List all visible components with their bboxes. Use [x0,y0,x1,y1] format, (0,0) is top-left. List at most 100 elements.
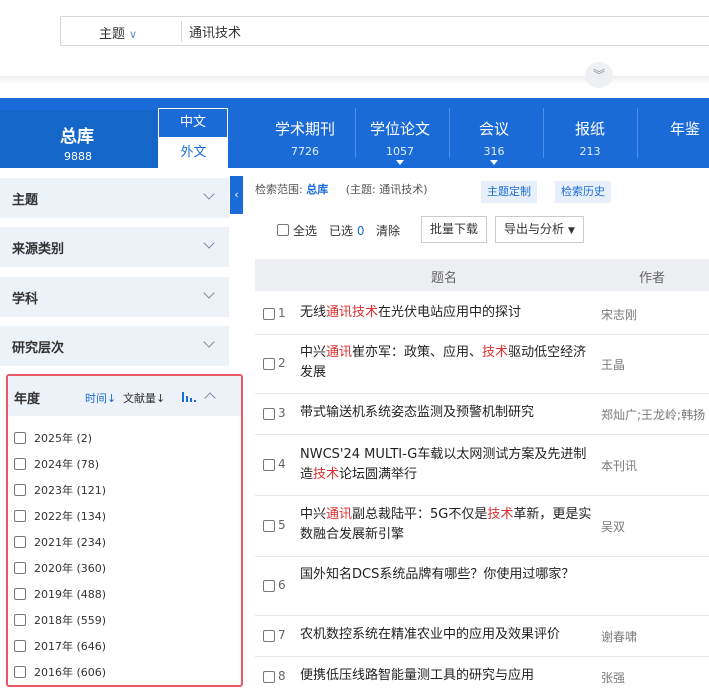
checkbox[interactable] [14,536,26,548]
year-option[interactable]: 2017年 (646) [14,638,106,658]
row-author[interactable]: 吴双 [601,518,625,535]
sort-by-count-button[interactable]: 文献量↓ [123,390,165,406]
facet-year-header[interactable]: 年度 时间↓ 文献量↓ [8,376,241,416]
row-number: 6 [278,578,286,592]
topic-custom-button[interactable]: 主题定制 [481,181,537,203]
table-row: 3 带式输送机系统姿态监测及预警机制研究 郑灿广;王龙岭;韩扬 [255,394,709,434]
tab-count: 7726 [291,145,319,158]
checkbox[interactable] [14,562,26,574]
scope-value[interactable]: 总库 [306,183,328,196]
year-option[interactable]: 2019年 (488) [14,586,106,606]
facet-label: 主题 [12,193,39,208]
row-number: 3 [278,406,286,420]
row-author[interactable]: 王晶 [601,356,625,373]
chevron-down-icon [203,287,215,299]
search-field-select[interactable]: 主题 ∨ [99,23,137,42]
row-checkbox[interactable] [263,408,275,420]
sort-by-time-button[interactable]: 时间↓ [85,390,116,406]
checkbox[interactable] [14,484,26,496]
row-checkbox[interactable] [263,308,275,320]
clear-button[interactable]: 清除 [376,222,400,239]
row-title[interactable]: 中兴通讯副总裁陆平：5G不仅是技术革新，更是实数融合发展新引擎 [300,505,596,545]
tab-total-library[interactable]: 总库 9888 [0,108,158,168]
chevron-up-icon[interactable] [204,392,216,404]
divider [181,21,182,42]
column-title[interactable]: 题名 [431,267,457,286]
row-number: 7 [278,628,286,642]
tab-yearbooks[interactable]: 年鉴 [645,98,709,168]
checkbox[interactable] [14,510,26,522]
title-highlight: 技术 [482,345,509,360]
facet-source-type[interactable]: 来源类别 [0,227,229,267]
tab-dissertations[interactable]: 学位论文 1057 [355,98,445,168]
tab-count: 213 [579,145,601,158]
tab-label: 学位论文 [369,120,430,138]
collapse-sidebar-icon[interactable]: ‹ [230,176,243,214]
export-analysis-button[interactable]: 导出与分析 ▼ [495,216,584,243]
lang-chinese-button[interactable]: 中文 [158,108,228,138]
search-history-button[interactable]: 检索历史 [555,181,611,203]
year-option-label: 2020年 (360) [34,562,107,575]
tab-journals[interactable]: 学术期刊 7726 [260,98,350,168]
row-author[interactable]: 本刊讯 [601,457,637,474]
year-option-label: 2021年 (234) [34,536,107,549]
selected-label: 已选 [329,224,354,238]
year-option[interactable]: 2016年 (606) [14,664,106,684]
select-all-label[interactable]: 全选 [293,222,317,239]
row-title[interactable]: 便携低压线路智能量测工具的研究与应用 [300,666,596,686]
year-option[interactable]: 2022年 (134) [14,508,106,528]
year-option-label: 2025年 (2) [34,432,93,445]
column-author[interactable]: 作者 [639,267,665,286]
row-title[interactable]: 农机数控系统在精准农业中的应用及效果评价 [300,625,596,645]
row-checkbox[interactable] [263,630,275,642]
facet-topic[interactable]: 主题 [0,178,229,218]
row-title[interactable]: 无线通讯技术在光伏电站应用中的探讨 [300,303,596,323]
tab-count: 316 [483,145,505,158]
facet-subject[interactable]: 学科 [0,277,229,317]
year-option[interactable]: 2018年 (559) [14,612,106,632]
row-checkbox[interactable] [263,358,275,370]
row-author[interactable]: 宋志刚 [601,306,637,323]
chevron-down-icon [203,336,215,348]
year-option[interactable]: 2023年 (121) [14,482,106,502]
expand-icon[interactable]: ︾ [585,62,613,88]
checkbox[interactable] [14,432,26,444]
selected-number: 0 [356,224,365,238]
export-label: 导出与分析 [504,222,565,236]
row-title[interactable]: 中兴通讯崔亦军：政策、应用、技术驱动低空经济发展 [300,343,596,383]
year-option[interactable]: 2020年 (360) [14,560,106,580]
title-text: 论坛圆满举行 [339,467,418,482]
year-option[interactable]: 2024年 (78) [14,456,99,476]
facet-research-level[interactable]: 研究层次 [0,326,229,366]
checkbox[interactable] [14,588,26,600]
checkbox[interactable] [14,614,26,626]
checkbox[interactable] [14,640,26,652]
row-checkbox[interactable] [263,520,275,532]
year-option[interactable]: 2021年 (234) [14,534,106,554]
title-text: 崔亦军：政策、应用、 [352,345,483,360]
row-title[interactable]: 带式输送机系统姿态监测及预警机制研究 [300,403,596,423]
row-checkbox[interactable] [263,459,275,471]
title-highlight: 技术 [487,507,514,522]
bar-chart-icon[interactable] [182,392,196,402]
row-title[interactable]: NWCS'24 MULTI-G车载以太网测试方案及先进制造技术论坛圆满举行 [300,445,596,485]
row-author[interactable]: 郑灿广;王龙岭;韩扬 [601,406,705,423]
tab-conferences[interactable]: 会议 316 [449,98,539,168]
year-option[interactable]: 2025年 (2) [14,430,92,450]
chevron-down-icon: ∨ [129,28,138,41]
lang-foreign-button[interactable]: 外文 [158,138,228,168]
row-author[interactable]: 谢春啸 [601,628,637,645]
search-scope: 检索范围: 总库 (主题: 通讯技术) [255,181,428,197]
checkbox[interactable] [14,666,26,678]
search-field-label: 主题 [99,27,126,42]
row-author[interactable]: 张强 [601,669,625,686]
title-highlight: 通讯 [326,345,353,360]
row-checkbox[interactable] [263,671,275,683]
checkbox[interactable] [14,458,26,470]
search-input[interactable] [187,20,707,42]
row-checkbox[interactable] [263,580,275,592]
batch-download-button[interactable]: 批量下载 [421,216,488,243]
select-all-checkbox[interactable] [277,224,289,236]
row-title[interactable]: 国外知名DCS系统品牌有哪些？你使用过哪家？ [300,565,596,585]
tab-newspapers[interactable]: 报纸 213 [545,98,635,168]
